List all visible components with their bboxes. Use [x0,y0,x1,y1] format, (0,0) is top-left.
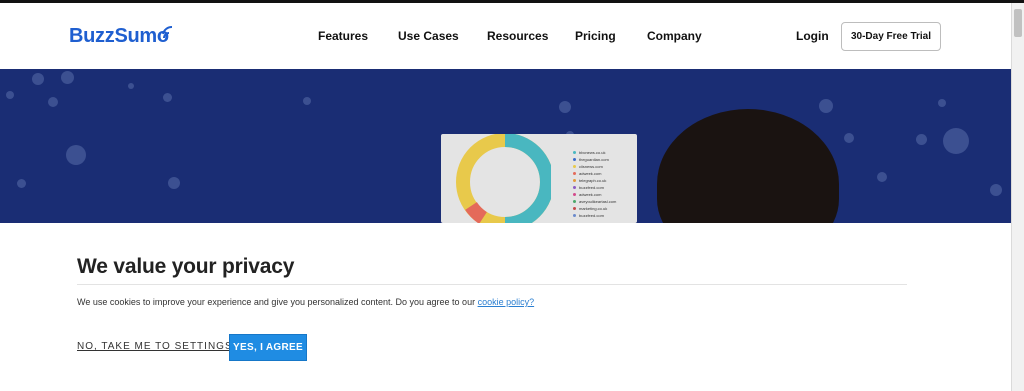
cookie-consent-banner: We value your privacy We use cookies to … [0,223,1012,391]
decorative-bubble [819,99,833,113]
privacy-message: We use cookies to improve your experienc… [77,297,534,307]
decorative-bubble [559,101,571,113]
buzzsumo-logo[interactable]: BuzzSumo [69,25,169,48]
signal-waves-icon [162,25,173,39]
divider [77,284,907,285]
decorative-bubble [943,128,969,154]
decorative-bubble [303,97,311,105]
decorative-bubble [61,71,74,84]
hero-person-image [657,109,839,223]
privacy-message-text: We use cookies to improve your experienc… [77,297,476,307]
login-link[interactable]: Login [796,29,829,43]
decorative-bubble [844,133,854,143]
legend-item: theguardian.com [573,157,609,162]
nav-use-cases[interactable]: Use Cases [398,29,459,43]
legend-item: adweek.com [573,192,601,197]
legend-item: buzzfeed.com [573,213,604,218]
decorative-bubble [877,172,887,182]
decorative-bubble [938,99,946,107]
legend-item: aveyoulikeartasl.com [573,199,616,204]
decorative-bubble [66,145,86,165]
privacy-title: We value your privacy [77,255,295,278]
nav-features[interactable]: Features [318,29,368,43]
cookie-policy-link[interactable]: cookie policy? [478,297,535,307]
decorative-bubble [6,91,14,99]
decorative-bubble [128,83,134,89]
decorative-bubble [17,179,26,188]
settings-link[interactable]: NO, TAKE ME TO SETTINGS [77,341,233,352]
donut-chart-graphic [456,133,554,223]
agree-button[interactable]: YES, I AGREE [229,334,307,361]
legend-item: ciisnews.com [573,164,603,169]
decorative-bubble [916,134,927,145]
page-scrollbar[interactable] [1011,3,1024,391]
nav-resources[interactable]: Resources [487,29,548,43]
decorative-bubble [168,177,180,189]
legend-item: adweek.com [573,171,601,176]
legend-item: marketing.co.uk [573,206,607,211]
scrollbar-thumb[interactable] [1014,9,1022,37]
legend-item: bbcnews.co.uk [573,150,605,155]
legend-item: buzzfeed.com [573,185,604,190]
legend-item: telegraph.co.uk [573,178,606,183]
decorative-bubble [163,93,172,102]
free-trial-button[interactable]: 30-Day Free Trial [841,22,941,51]
decorative-bubble [48,97,58,107]
hero-banner: bbcnews.co.uk theguardian.com ciisnews.c… [0,69,1012,223]
site-header: BuzzSumo Features Use Cases Resources Pr… [0,3,1012,70]
decorative-bubble [990,184,1002,196]
nav-company[interactable]: Company [647,29,702,43]
nav-pricing[interactable]: Pricing [575,29,616,43]
dashboard-preview-card: bbcnews.co.uk theguardian.com ciisnews.c… [441,133,637,223]
decorative-bubble [32,73,44,85]
